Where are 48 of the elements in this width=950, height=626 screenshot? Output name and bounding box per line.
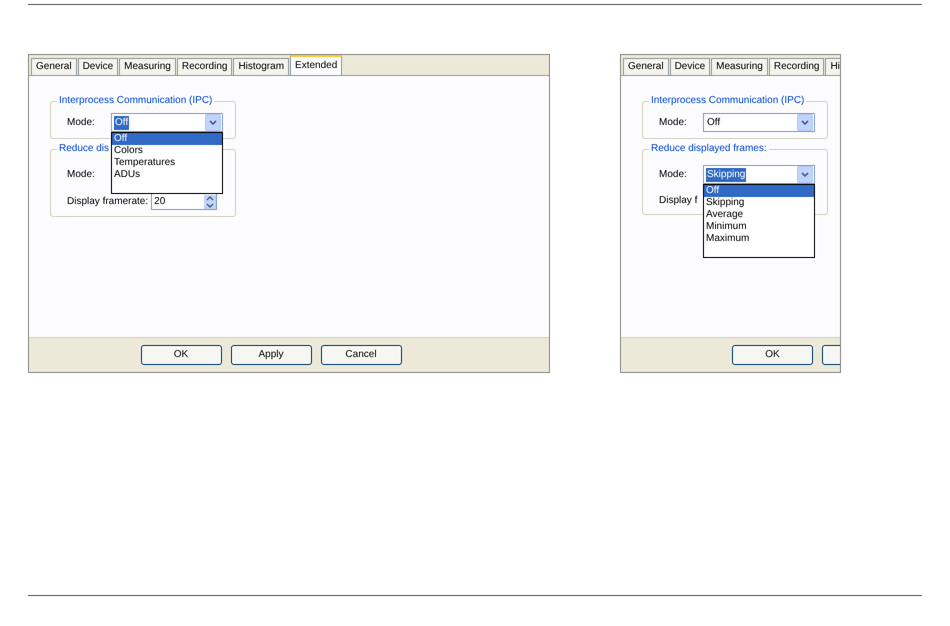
tab[interactable]: Hi xyxy=(825,58,840,75)
dropdown-option[interactable]: Off xyxy=(112,133,222,145)
tab[interactable]: General xyxy=(31,58,77,75)
tab[interactable]: Measuring xyxy=(711,58,768,75)
dropdown-arrow-button[interactable] xyxy=(205,114,221,131)
tab[interactable]: Device xyxy=(670,58,710,75)
tab[interactable]: Recording xyxy=(176,58,232,75)
dialog-button[interactable]: Apply xyxy=(230,345,312,365)
chevron-down-icon xyxy=(209,120,217,126)
tab[interactable]: General xyxy=(623,58,669,75)
up-down-arrows-icon xyxy=(204,194,216,208)
dialog-button[interactable]: OK xyxy=(140,345,222,365)
dropdown-value: Skipping xyxy=(706,168,746,182)
tab[interactable]: Recording xyxy=(768,58,824,75)
dropdown-option[interactable]: Minimum xyxy=(704,221,814,233)
dropdown-option[interactable]: Colors xyxy=(112,145,222,157)
field-label: Mode: xyxy=(67,168,96,182)
dropdown-field[interactable]: Off xyxy=(703,113,815,132)
dialog-button[interactable]: OK xyxy=(732,345,813,365)
dropdown-option[interactable]: Temperatures xyxy=(112,157,222,169)
group-title: Interprocess Communication (IPC) xyxy=(57,94,214,108)
dialog-button[interactable]: Cancel xyxy=(320,345,402,365)
field-label: Display f xyxy=(659,194,698,208)
spinner-value: 20 xyxy=(154,195,166,209)
dropdown-value: Off xyxy=(706,116,722,130)
field-label: Mode: xyxy=(659,168,688,182)
dropdown-arrow-button[interactable] xyxy=(797,114,813,131)
field-label: Mode: xyxy=(659,116,688,130)
dropdown-option[interactable]: Average xyxy=(704,209,814,221)
dropdown-field[interactable]: Skipping xyxy=(703,165,815,184)
tab[interactable]: Device xyxy=(78,58,118,75)
chevron-down-icon xyxy=(801,120,809,126)
chevron-down-icon xyxy=(801,172,809,178)
dropdown-value: Off xyxy=(114,116,130,130)
dropdown-option[interactable]: Skipping xyxy=(704,197,814,209)
dropdown-option[interactable]: Maximum xyxy=(704,233,814,245)
dropdown-field[interactable]: Off xyxy=(111,113,223,132)
field-label: Display framerate: xyxy=(67,195,148,209)
field-label: Mode: xyxy=(67,116,96,130)
dropdown-option[interactable]: ADUs xyxy=(112,169,222,181)
tab[interactable]: Measuring xyxy=(119,58,176,75)
dropdown-arrow-button[interactable] xyxy=(797,166,813,183)
group-title: Interprocess Communication (IPC) xyxy=(649,94,806,108)
tab[interactable]: Extended xyxy=(290,55,342,75)
group-title: Reduce displayed frames: xyxy=(649,142,769,156)
number-spinner-field[interactable]: 20 xyxy=(151,193,218,210)
dropdown-option[interactable]: Off xyxy=(704,185,814,197)
tab[interactable]: Histogram xyxy=(233,58,290,75)
